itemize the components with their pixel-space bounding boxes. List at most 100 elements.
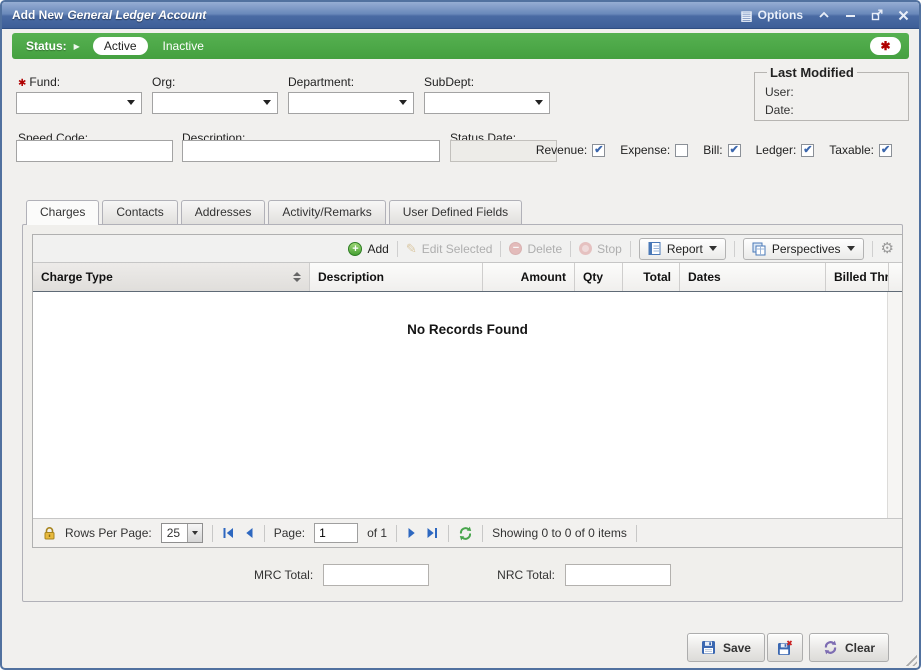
add-plus-icon: +: [348, 242, 362, 256]
tab-activity-remarks[interactable]: Activity/Remarks: [268, 200, 385, 224]
expense-checkbox[interactable]: ✔: [675, 144, 688, 157]
subdept-label: SubDept:: [424, 75, 474, 89]
clear-button[interactable]: Clear: [809, 633, 889, 662]
toolbar-separator: [630, 241, 631, 257]
nrc-total-input[interactable]: [565, 564, 671, 586]
check-icon: ✔: [730, 143, 739, 156]
tab-contacts[interactable]: Contacts: [102, 200, 177, 224]
flags-checkbox-group: Revenue: ✔ Expense: ✔ Bill: ✔ Ledger: ✔ …: [536, 143, 892, 157]
tab-charges[interactable]: Charges: [26, 200, 99, 225]
checkbox-bill[interactable]: Bill: ✔: [703, 143, 740, 157]
charges-panel: + Add ✎ Edit Selected − Delete Stop: [22, 224, 903, 602]
next-page-button[interactable]: [406, 527, 417, 539]
mrc-total-label: MRC Total:: [254, 568, 313, 582]
popout-button[interactable]: [871, 9, 883, 21]
pager-separator: [448, 525, 449, 542]
column-label: Qty: [583, 270, 603, 284]
bill-checkbox[interactable]: ✔: [728, 144, 741, 157]
popout-icon: [871, 9, 883, 21]
last-modified-date-label: Date:: [765, 103, 794, 117]
revenue-checkbox[interactable]: ✔: [592, 144, 605, 157]
save-disk-icon: [701, 640, 716, 655]
ledger-checkbox[interactable]: ✔: [801, 144, 814, 157]
tab-addresses[interactable]: Addresses: [181, 200, 266, 224]
column-header-total[interactable]: Total: [623, 263, 680, 291]
fund-select[interactable]: [16, 92, 142, 114]
status-option-active[interactable]: Active: [93, 37, 148, 55]
column-label: Dates: [688, 270, 721, 284]
options-button[interactable]: ▤ Options: [740, 8, 803, 22]
minimize-button[interactable]: [845, 10, 856, 20]
minimize-icon: [845, 10, 856, 20]
last-page-button[interactable]: [426, 527, 439, 539]
refresh-icon: [458, 526, 473, 541]
resize-grip[interactable]: [903, 652, 917, 666]
combo-arrow-button[interactable]: [187, 524, 202, 542]
refresh-button[interactable]: [458, 526, 473, 541]
title-prefix: Add New: [12, 8, 63, 22]
description-input[interactable]: [182, 140, 440, 162]
column-header-amount[interactable]: Amount: [483, 263, 575, 291]
chevron-down-icon: [127, 100, 135, 105]
required-asterisk-icon: ✱: [18, 78, 26, 89]
column-header-charge-type[interactable]: Charge Type: [33, 263, 310, 291]
required-indicator-button[interactable]: ✱: [870, 37, 901, 55]
checkbox-revenue[interactable]: Revenue: ✔: [536, 143, 605, 157]
save-and-close-button[interactable]: [767, 633, 803, 662]
grid-pager: Rows Per Page: 25 Page: of 1 Showing 0: [33, 518, 902, 547]
save-button[interactable]: Save: [687, 633, 765, 662]
taxable-label: Taxable:: [829, 143, 874, 157]
rows-per-page-select[interactable]: 25: [161, 523, 203, 543]
perspectives-button[interactable]: Perspectives: [743, 238, 864, 260]
org-label: Org:: [152, 75, 175, 89]
chevron-down-icon: [263, 100, 271, 105]
vertical-scrollbar-track[interactable]: [887, 292, 902, 518]
sort-icon[interactable]: [293, 272, 301, 282]
footer-actions: Save Clear: [687, 633, 889, 662]
previous-page-button[interactable]: [244, 527, 255, 539]
speed-code-input[interactable]: [16, 140, 173, 162]
first-page-button[interactable]: [222, 527, 235, 539]
taxable-checkbox[interactable]: ✔: [879, 144, 892, 157]
toolbar-separator: [734, 241, 735, 257]
column-header-dates[interactable]: Dates: [680, 263, 826, 291]
revenue-label: Revenue:: [536, 143, 587, 157]
page-label: Page:: [274, 526, 305, 540]
check-icon: ✔: [594, 143, 603, 156]
collapse-button[interactable]: [818, 10, 830, 20]
checkbox-expense[interactable]: Expense: ✔: [620, 143, 688, 157]
tab-user-defined-fields[interactable]: User Defined Fields: [389, 200, 522, 224]
pager-separator: [636, 525, 637, 542]
edit-selected-button[interactable]: ✎ Edit Selected: [406, 242, 493, 256]
delete-minus-icon: −: [509, 242, 522, 255]
options-label: Options: [758, 8, 803, 22]
report-button[interactable]: Report: [639, 238, 726, 260]
checkbox-taxable[interactable]: Taxable: ✔: [829, 143, 892, 157]
toolbar-separator: [500, 241, 501, 257]
checkbox-ledger[interactable]: Ledger: ✔: [756, 143, 815, 157]
rows-per-page-value: 25: [162, 524, 187, 542]
page-input[interactable]: [314, 523, 358, 543]
delete-button[interactable]: − Delete: [509, 242, 562, 256]
org-select[interactable]: [152, 92, 278, 114]
tab-bar: Charges Contacts Addresses Activity/Rema…: [26, 200, 522, 225]
department-select[interactable]: [288, 92, 414, 114]
ledger-label: Ledger:: [756, 143, 797, 157]
expense-label: Expense:: [620, 143, 670, 157]
subdept-select[interactable]: [424, 92, 550, 114]
mrc-total-input[interactable]: [323, 564, 429, 586]
stop-sign-icon: [579, 242, 592, 255]
settings-gear-button[interactable]: ⚙: [881, 241, 894, 256]
nrc-total-label: NRC Total:: [497, 568, 555, 582]
bill-label: Bill:: [703, 143, 722, 157]
column-header-qty[interactable]: Qty: [575, 263, 623, 291]
add-button[interactable]: + Add: [348, 242, 388, 256]
column-header-description[interactable]: Description: [310, 263, 483, 291]
column-header-billed-through[interactable]: Billed Thro.: [826, 263, 889, 291]
department-label: Department:: [288, 75, 354, 89]
status-label: Status:: [26, 39, 67, 53]
chevron-up-icon: [818, 10, 830, 20]
close-button[interactable]: [898, 10, 909, 21]
stop-button[interactable]: Stop: [579, 242, 622, 256]
status-option-inactive[interactable]: Inactive: [163, 39, 204, 53]
